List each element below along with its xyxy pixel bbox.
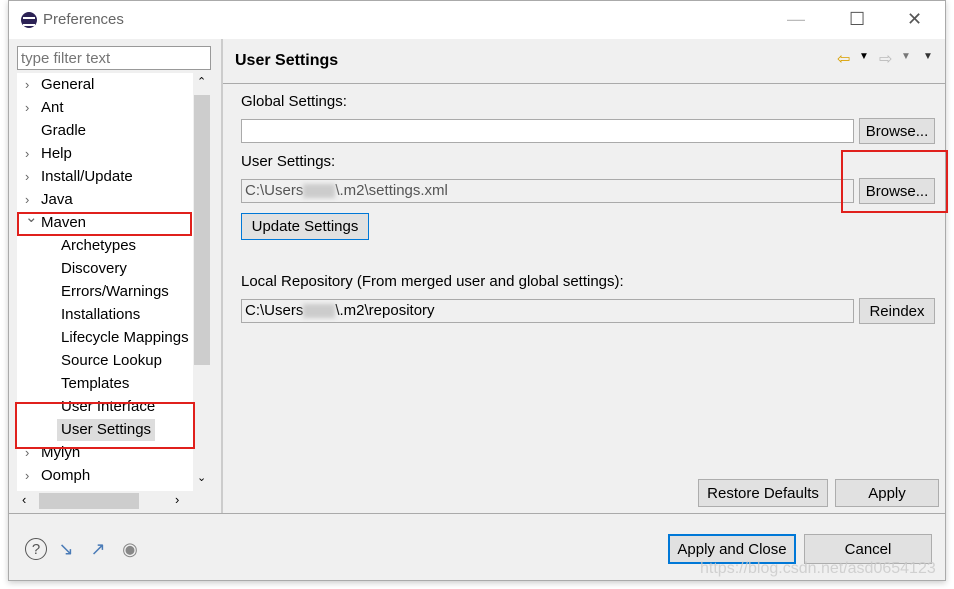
redacted-username: [303, 184, 336, 199]
path-prefix: C:\Users: [245, 302, 304, 319]
user-settings-input[interactable]: C:\Users \.m2\settings.xml: [241, 179, 854, 203]
chevron-right-icon[interactable]: ›: [25, 465, 29, 487]
title-bar: Preferences — ☐ ✕: [9, 1, 945, 39]
close-button[interactable]: ✕: [907, 9, 922, 30]
scroll-down-icon[interactable]: ⌄: [197, 471, 206, 484]
tree-item-label: Errors/Warnings: [61, 283, 169, 300]
eclipse-icon: [21, 12, 37, 28]
view-menu-icon[interactable]: ▼: [923, 51, 933, 62]
watermark: https://blog.csdn.net/asd0654123: [700, 560, 936, 577]
horizontal-scrollbar[interactable]: ‹ ›: [17, 491, 211, 511]
reindex-button[interactable]: Reindex: [859, 298, 935, 324]
apply-button[interactable]: Apply: [835, 479, 939, 507]
tree-item-label: Gradle: [41, 122, 87, 139]
maximize-button[interactable]: ☐: [849, 9, 865, 30]
preferences-window: Preferences — ☐ ✕ › General › Ant Gradle › Hel…: [8, 0, 946, 581]
global-settings-label: Global Settings:: [241, 93, 347, 110]
help-icon[interactable]: ?: [25, 538, 47, 560]
export-icon[interactable]: ↗: [87, 538, 109, 560]
filter-input[interactable]: [17, 46, 211, 70]
record-icon[interactable]: ◉: [119, 538, 141, 560]
forward-dropdown-icon[interactable]: ▼: [901, 51, 911, 62]
scroll-left-icon[interactable]: ‹: [22, 492, 26, 507]
minimize-button[interactable]: —: [787, 9, 805, 30]
tree-item-label: Discovery: [61, 260, 127, 277]
scroll-up-icon[interactable]: ⌃: [197, 75, 206, 88]
tree-item-label: Help: [41, 145, 72, 162]
header-divider: [223, 83, 945, 84]
tree-item-label: General: [41, 76, 95, 93]
window-title: Preferences: [43, 11, 124, 28]
tree-item-label: Templates: [61, 375, 130, 392]
global-settings-input[interactable]: [241, 119, 854, 143]
chevron-right-icon[interactable]: ›: [25, 143, 29, 165]
forward-arrow-icon[interactable]: ⇨: [879, 49, 892, 69]
chevron-right-icon[interactable]: ›: [25, 97, 29, 119]
tree-item-label: Install/Update: [41, 168, 133, 185]
scrollbar-thumb[interactable]: [39, 493, 139, 509]
tree-item-label: Lifecycle Mappings: [61, 329, 189, 346]
back-dropdown-icon[interactable]: ▼: [859, 51, 869, 62]
back-arrow-icon[interactable]: ⇦: [837, 49, 850, 69]
scrollbar-thumb[interactable]: [194, 95, 210, 365]
user-settings-label: User Settings:: [241, 153, 336, 170]
chevron-right-icon[interactable]: ›: [25, 74, 29, 96]
local-repository-label: Local Repository (From merged user and g…: [241, 273, 624, 290]
update-settings-button[interactable]: Update Settings: [241, 213, 369, 240]
path-prefix: C:\Users: [245, 182, 304, 199]
tree-item-label: Archetypes: [61, 237, 137, 254]
tree-item-label: Oomph: [41, 467, 91, 484]
path-suffix: \.m2\settings.xml: [335, 182, 448, 199]
tree-item-label: Source Lookup: [61, 352, 162, 369]
import-icon[interactable]: ↘: [55, 538, 77, 560]
page-title: User Settings: [235, 52, 339, 69]
user-settings-page: User Settings ⇦ ▼ ⇨ ▼ ▼ Global Settings:…: [223, 39, 945, 513]
scroll-right-icon[interactable]: ›: [175, 492, 179, 507]
tree-item-label: Java: [41, 191, 73, 208]
path-suffix: \.m2\repository: [335, 302, 435, 319]
local-repository-input: C:\Users \.m2\repository: [241, 299, 854, 323]
tree-item-label: Installations: [61, 306, 141, 323]
chevron-right-icon[interactable]: ›: [25, 166, 29, 188]
tree-item-label: Ant: [41, 99, 64, 116]
highlight-maven: [17, 212, 192, 236]
vertical-scrollbar[interactable]: ⌃ ⌄: [193, 73, 211, 491]
redacted-username: [303, 304, 336, 319]
restore-defaults-button[interactable]: Restore Defaults: [698, 479, 828, 507]
highlight-user-settings: [15, 402, 195, 449]
highlight-browse: [841, 150, 948, 213]
global-browse-button[interactable]: Browse...: [859, 118, 935, 144]
